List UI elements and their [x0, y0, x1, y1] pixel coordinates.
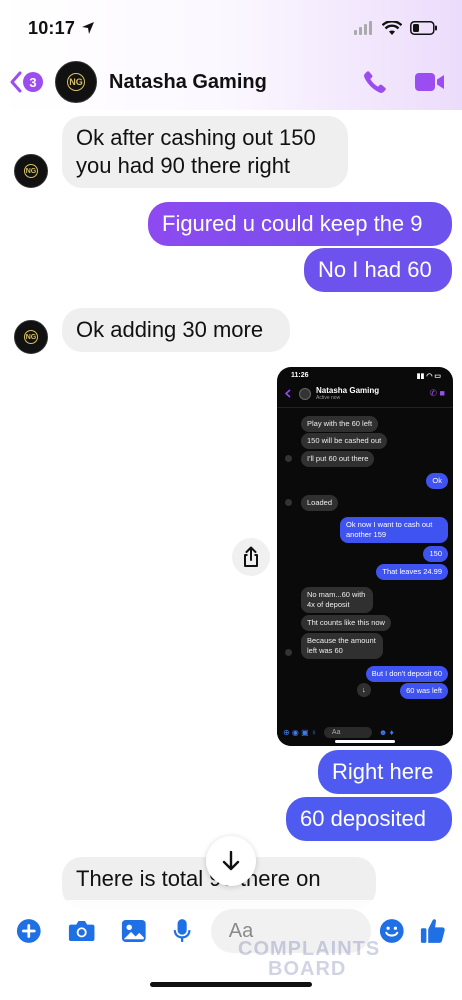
- unread-count-badge: 3: [23, 72, 43, 92]
- avatar-logo: NG: [24, 330, 38, 344]
- message-input[interactable]: Aa: [210, 909, 371, 953]
- emoji-icon[interactable]: [379, 917, 405, 945]
- screenshot-home-indicator: [335, 740, 395, 743]
- screenshot-avatar-dot: [285, 499, 292, 506]
- message-text: Figured u could keep the 9: [162, 211, 423, 236]
- screenshot-message: Play with the 60 left: [301, 416, 379, 432]
- wifi-icon: [382, 20, 402, 35]
- incoming-message[interactable]: Ok adding 30 more: [62, 308, 290, 352]
- contact-name[interactable]: Natasha Gaming: [109, 71, 267, 94]
- outgoing-message[interactable]: Right here: [318, 750, 452, 794]
- shared-screenshot[interactable]: 11:26 ▮▮ ◠ ▭ Natasha Gaming Active now ✆…: [277, 367, 453, 746]
- message-text: There is total 90 there on: [76, 866, 321, 891]
- screenshot-composer-icons: ⊕ ◉ ▣ ♀: [283, 727, 317, 737]
- outgoing-message[interactable]: 60 deposited: [286, 797, 452, 841]
- screenshot-message: Because the amount left was 60: [301, 633, 383, 659]
- outgoing-message[interactable]: No I had 60: [304, 248, 452, 292]
- screenshot-time: 11:26: [291, 372, 309, 379]
- chevron-left-icon: [285, 389, 291, 398]
- outgoing-message[interactable]: Figured u could keep the 9: [148, 202, 452, 246]
- signal-icon: [354, 21, 372, 35]
- status-bar: 10:17: [0, 0, 462, 56]
- screenshot-message: That leaves 24.99: [376, 564, 448, 580]
- incoming-message[interactable]: Ok after cashing out 150 you had 90 ther…: [62, 116, 348, 188]
- message-input-placeholder: Aa: [228, 919, 254, 942]
- sender-avatar: NG: [14, 154, 48, 188]
- gallery-icon[interactable]: [121, 918, 147, 944]
- screenshot-contact-status: Active now: [316, 395, 341, 401]
- message-text-line: Ok after cashing out 150: [76, 125, 316, 150]
- battery-icon: [410, 21, 437, 35]
- avatar-logo: NG: [67, 73, 85, 91]
- screenshot-status-bar: 11:26 ▮▮ ◠ ▭: [277, 367, 453, 380]
- screenshot-message: No mam...60 with 4x of deposit: [301, 587, 373, 613]
- plus-icon[interactable]: [16, 917, 42, 945]
- screenshot-message: Ok now I want to cash out another 159: [340, 517, 448, 543]
- chevron-left-icon: [10, 71, 22, 93]
- screenshot-header: Natasha Gaming Active now ✆ ■: [277, 380, 453, 408]
- screenshot-message: Loaded: [301, 495, 339, 511]
- avatar-logo: NG: [24, 164, 38, 178]
- screenshot-input: Aa: [323, 726, 372, 738]
- screenshot-message: 150 will be cashed out: [301, 433, 388, 449]
- message-text-line: you had 90 there right: [76, 153, 291, 178]
- scroll-to-bottom-button[interactable]: [206, 836, 256, 886]
- back-button[interactable]: 3: [10, 71, 43, 93]
- screenshot-message: Ok: [426, 473, 448, 489]
- screenshot-message: Tht counts like this now: [301, 615, 391, 631]
- home-indicator: [150, 982, 312, 987]
- screenshot-call-icons: ✆ ■: [429, 388, 445, 398]
- camera-icon[interactable]: [68, 918, 95, 944]
- screenshot-message: 60 was left: [400, 683, 448, 699]
- screenshot-avatar: [299, 387, 311, 400]
- thumbs-up-icon[interactable]: [420, 916, 446, 946]
- watermark-line: BOARD: [268, 958, 347, 980]
- arrow-down-icon: [222, 851, 240, 871]
- message-text: Ok adding 30 more: [76, 317, 264, 342]
- conversation-header: 3 NG Natasha Gaming: [0, 56, 462, 108]
- screenshot-message: 150: [423, 546, 448, 562]
- message-text: No I had 60: [318, 257, 432, 282]
- location-arrow-icon: [82, 22, 95, 34]
- screenshot-avatar-dot: [285, 649, 292, 656]
- screenshot-contact-name: Natasha Gaming: [316, 386, 380, 395]
- message-text: Right here: [332, 759, 434, 784]
- screenshot-message: But I don't deposit 60: [365, 666, 448, 682]
- message-text: 60 deposited: [300, 806, 426, 831]
- message-list[interactable]: NG Ok after cashing out 150 you had 90 t…: [0, 108, 462, 909]
- composer-bar: Aa: [0, 900, 462, 962]
- contact-avatar[interactable]: NG: [55, 61, 97, 103]
- screenshot-like-icon: ☻ ♦: [378, 727, 394, 737]
- share-icon: [244, 546, 258, 567]
- microphone-icon[interactable]: [173, 917, 191, 945]
- screenshot-scroll-down-icon: ↓: [357, 683, 371, 697]
- screenshot-message: I'll put 60 out there: [301, 451, 375, 467]
- video-call-icon[interactable]: [414, 70, 446, 94]
- share-button[interactable]: [232, 538, 270, 576]
- sender-avatar: NG: [14, 320, 48, 354]
- screenshot-status-icons: ▮▮ ◠ ▭: [416, 373, 441, 380]
- status-time: 10:17: [28, 17, 76, 38]
- screenshot-avatar-dot: [285, 455, 292, 462]
- phone-call-icon[interactable]: [362, 69, 388, 95]
